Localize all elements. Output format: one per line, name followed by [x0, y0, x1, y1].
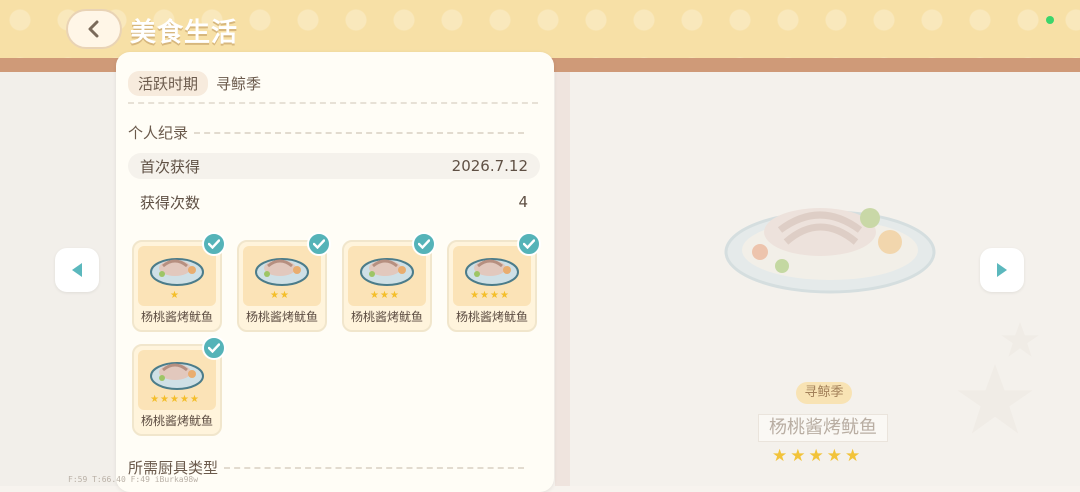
next-button[interactable]	[980, 248, 1024, 292]
checkmark-icon	[202, 232, 226, 256]
checkmark-icon	[412, 232, 436, 256]
decor-star-icon	[957, 364, 1033, 434]
season-tag: 寻鲸季	[796, 382, 852, 404]
record-value: 2026.7.12	[451, 157, 528, 175]
divider	[128, 102, 538, 104]
checkmark-icon	[307, 232, 331, 256]
card-stars: ★★	[270, 290, 290, 301]
status-dot	[1046, 16, 1054, 24]
debug-overlay: F:59 T:66.40 F:49 iBurka98w	[68, 475, 199, 484]
card-name: 杨桃酱烤鱿鱼	[455, 310, 528, 324]
record-value: 4	[518, 193, 528, 211]
decor-star-icon	[1001, 322, 1039, 357]
card-stars: ★★★★★	[150, 394, 200, 405]
card-name: 杨桃酱烤鱿鱼	[245, 310, 318, 324]
dish-thumbnail	[150, 258, 204, 286]
dish-thumbnail	[255, 258, 309, 286]
triangle-left-icon	[72, 263, 82, 277]
checkmark-icon	[202, 336, 226, 360]
book-spine	[555, 72, 570, 486]
active-period-value: 寻鲸季	[216, 74, 262, 93]
page-title: 美食生活	[130, 18, 239, 48]
card-stars: ★★★	[370, 290, 400, 301]
checkmark-icon	[517, 232, 541, 256]
record-label: 首次获得	[140, 157, 201, 176]
record-obtained-count: 获得次数 4	[128, 189, 540, 215]
card-name: 杨桃酱烤鱿鱼	[350, 310, 423, 324]
card-stars: ★★★★	[470, 290, 510, 301]
card-name: 杨桃酱烤鱿鱼	[140, 310, 213, 324]
card-name: 杨桃酱烤鱿鱼	[140, 414, 213, 428]
dish-thumbnail	[360, 258, 414, 286]
personal-record-title: 个人纪录	[128, 122, 525, 143]
back-arrow-icon	[88, 20, 99, 38]
triangle-right-icon	[997, 263, 1007, 277]
back-button[interactable]	[66, 9, 122, 49]
active-period: 活跃时期 寻鲸季	[128, 70, 262, 96]
prev-button[interactable]	[55, 248, 99, 292]
card-stars: ★	[170, 290, 180, 301]
dish-rating: ★★★★★	[772, 446, 864, 466]
info-panel: 活跃时期 寻鲸季 个人纪录 首次获得 2026.7.12 获得次数 4 ★ 杨桃…	[116, 52, 554, 492]
dashed-line	[224, 466, 525, 469]
active-period-label: 活跃时期	[128, 70, 209, 96]
dish-thumbnail	[150, 362, 204, 390]
record-first-obtained: 首次获得 2026.7.12	[128, 153, 540, 179]
dish-illustration	[724, 208, 936, 294]
dish-name: 杨桃酱烤鱿鱼	[758, 414, 888, 442]
dish-thumbnail	[465, 258, 519, 286]
personal-record-label: 个人纪录	[128, 124, 189, 142]
dashed-line	[194, 131, 525, 134]
record-label: 获得次数	[140, 193, 201, 212]
